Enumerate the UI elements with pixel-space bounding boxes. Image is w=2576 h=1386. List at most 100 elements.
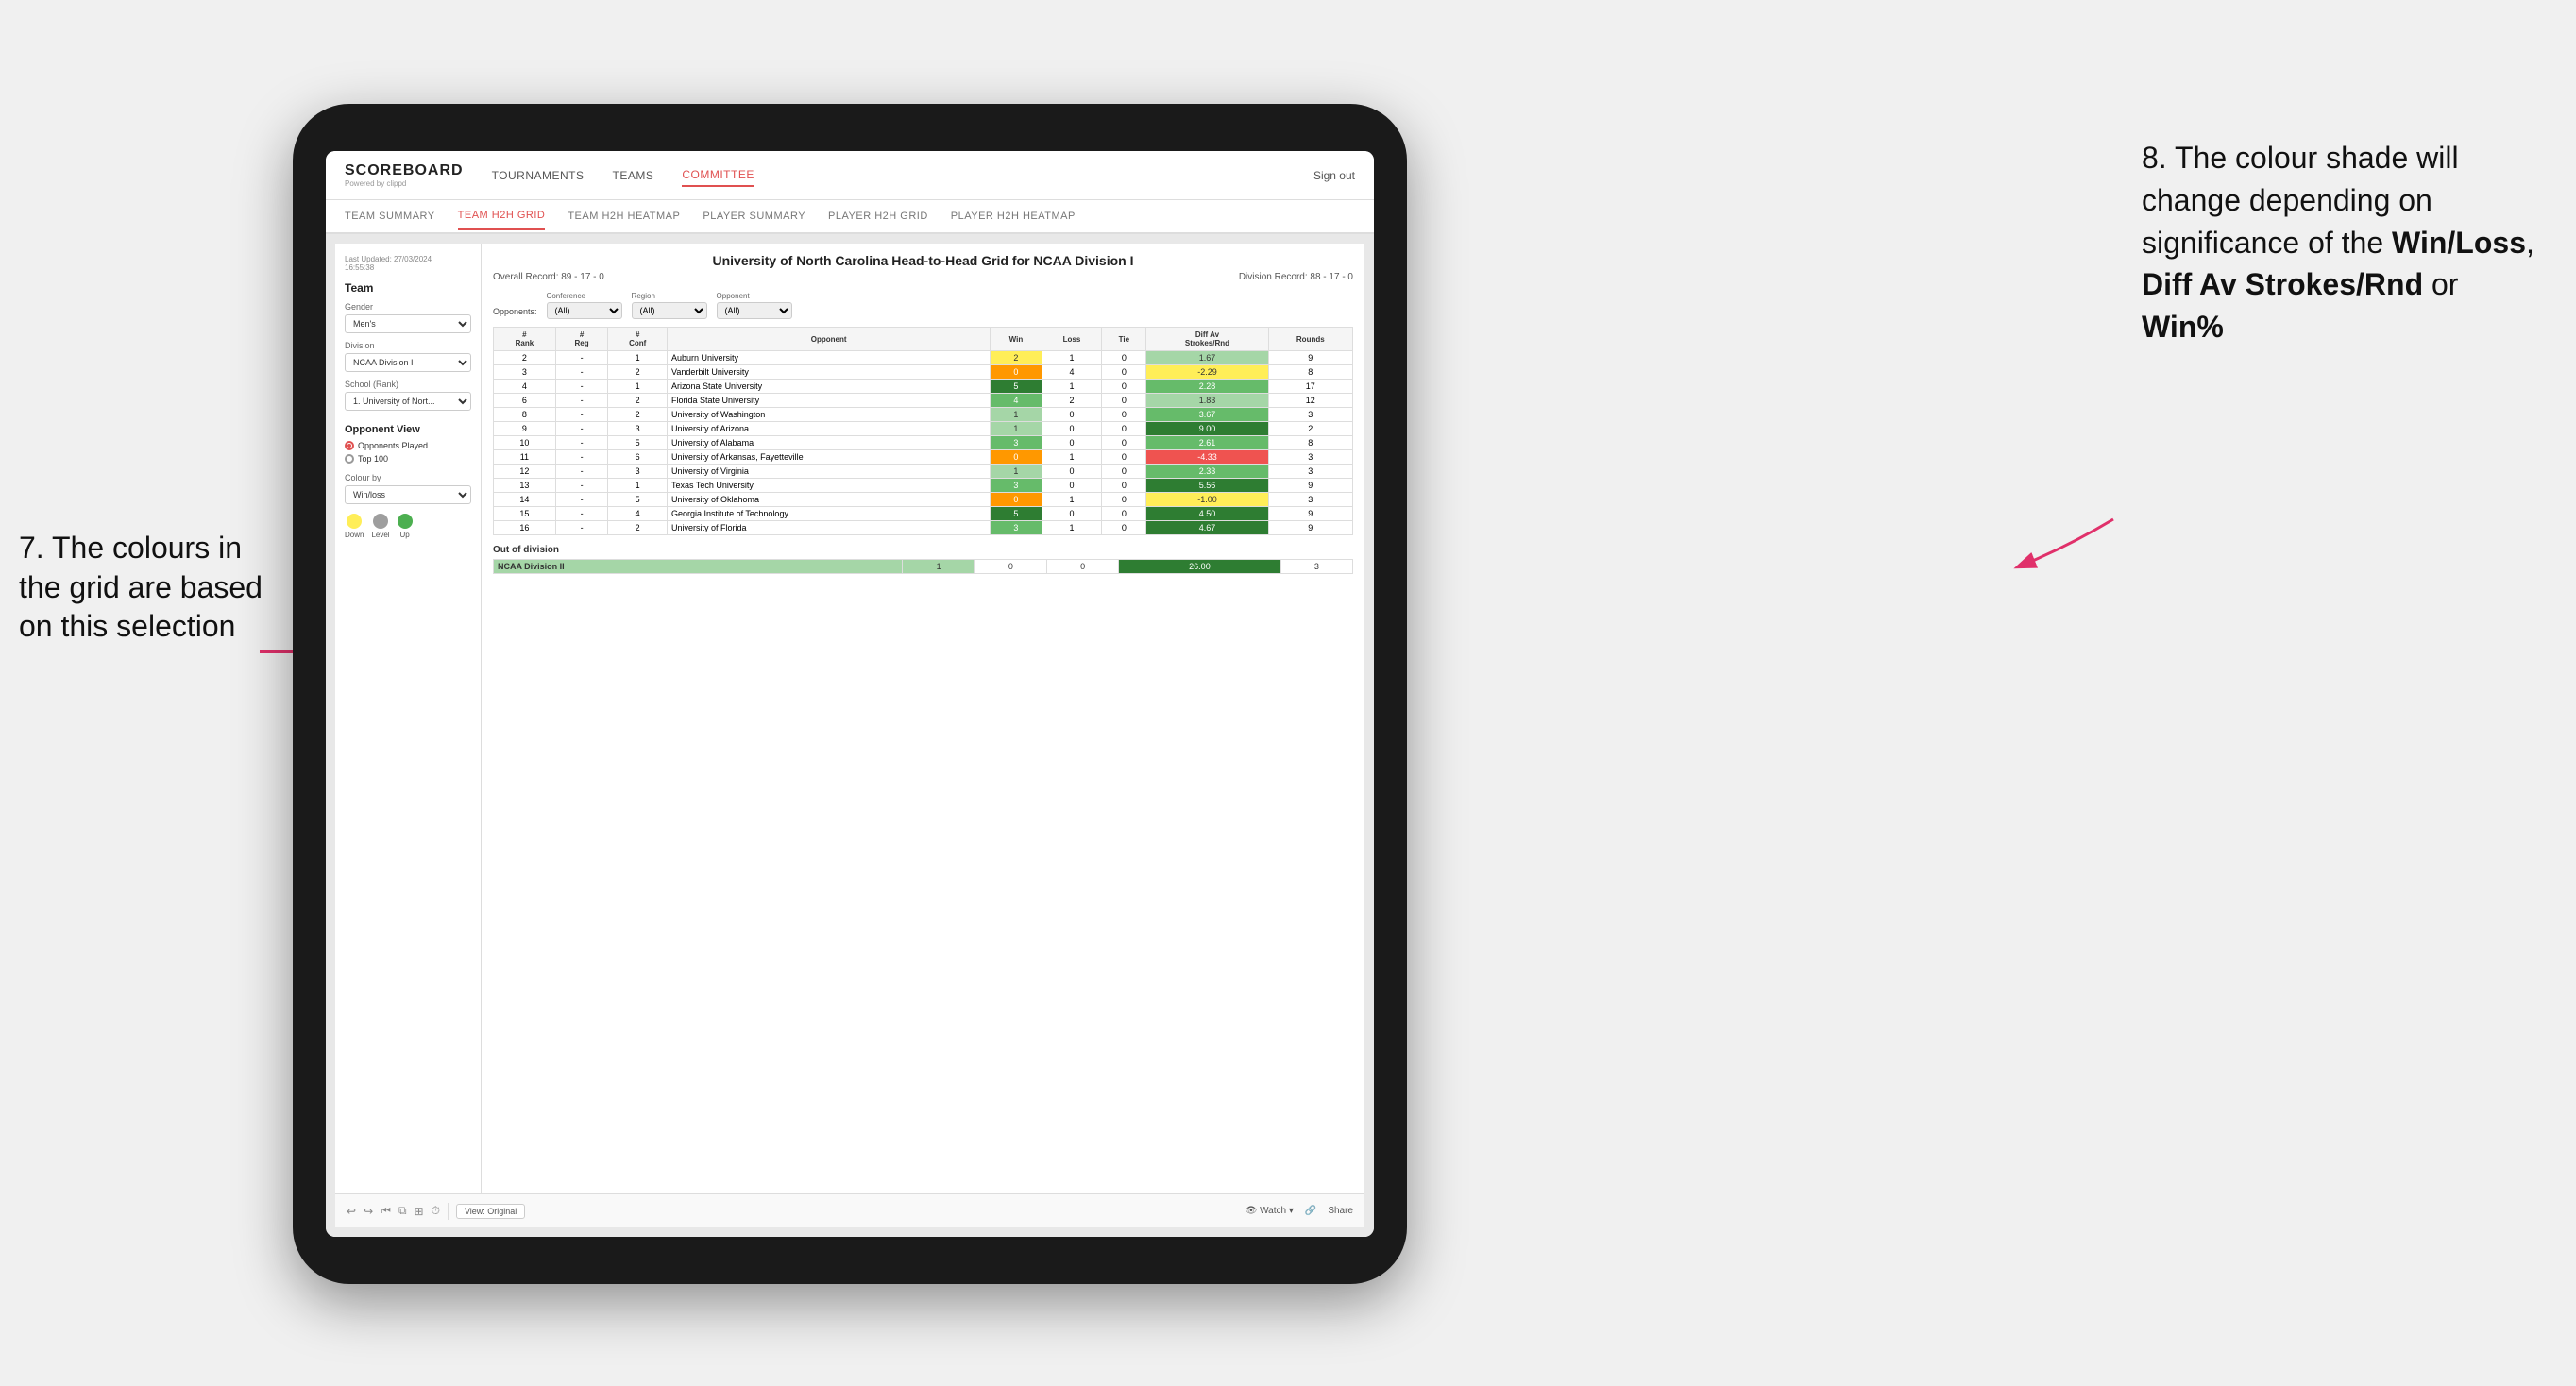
cell-tie: 0 xyxy=(1102,380,1146,394)
division-select[interactable]: NCAA Division I xyxy=(345,353,471,372)
redo-icon[interactable]: ↪ xyxy=(364,1205,373,1218)
cell-win: 0 xyxy=(991,493,1042,507)
cell-rank: 4 xyxy=(494,380,556,394)
cell-opponent: Texas Tech University xyxy=(668,479,991,493)
col-rounds: Rounds xyxy=(1268,328,1352,351)
cell-rounds: 2 xyxy=(1268,422,1352,436)
table-row: 2 - 1 Auburn University 2 1 0 1.67 9 xyxy=(494,351,1353,365)
left-panel: Last Updated: 27/03/2024 16:55:38 Team G… xyxy=(335,244,482,1193)
cell-tie: 0 xyxy=(1102,422,1146,436)
radio-top100[interactable]: Top 100 xyxy=(345,454,471,464)
cell-rounds: 9 xyxy=(1268,521,1352,535)
ood-loss: 0 xyxy=(974,560,1046,574)
legend-down-dot xyxy=(347,514,362,529)
cell-conf: 1 xyxy=(608,479,668,493)
nav-teams[interactable]: TEAMS xyxy=(613,165,654,186)
cell-win: 1 xyxy=(991,465,1042,479)
cell-reg: - xyxy=(555,450,608,465)
colour-by-select[interactable]: Win/loss xyxy=(345,485,471,504)
cell-rank: 3 xyxy=(494,365,556,380)
cell-rounds: 12 xyxy=(1268,394,1352,408)
table-header-row: #Rank #Reg #Conf Opponent Win Loss Tie D… xyxy=(494,328,1353,351)
annotation-bold3: Win% xyxy=(2142,310,2224,344)
cell-win: 3 xyxy=(991,436,1042,450)
more-icon[interactable]: ⊞ xyxy=(415,1205,424,1218)
share-icon[interactable]: 🔗 xyxy=(1305,1206,1316,1216)
undo-icon[interactable]: ↩ xyxy=(347,1205,356,1218)
cell-conf: 2 xyxy=(608,521,668,535)
nav-committee[interactable]: COMMITTEE xyxy=(682,164,754,187)
cell-loss: 0 xyxy=(1042,408,1102,422)
subnav-team-h2h-heatmap[interactable]: TEAM H2H HEATMAP xyxy=(568,203,680,229)
cell-opponent: University of Virginia xyxy=(668,465,991,479)
conference-filter-select[interactable]: (All) xyxy=(547,302,622,319)
cell-rounds: 9 xyxy=(1268,351,1352,365)
sign-out-button[interactable]: Sign out xyxy=(1313,169,1355,182)
cell-rounds: 17 xyxy=(1268,380,1352,394)
copy-icon[interactable]: ⧉ xyxy=(398,1204,407,1218)
subnav-player-h2h-grid[interactable]: PLAYER H2H GRID xyxy=(828,203,928,229)
toolbar-divider xyxy=(448,1203,449,1220)
cell-opponent: Vanderbilt University xyxy=(668,365,991,380)
logo-text: SCOREBOARD xyxy=(345,162,464,179)
subnav-team-h2h-grid[interactable]: TEAM H2H GRID xyxy=(458,202,546,230)
cell-diff: 2.33 xyxy=(1146,465,1268,479)
cell-diff: 5.56 xyxy=(1146,479,1268,493)
radio-opponents-played[interactable]: Opponents Played xyxy=(345,441,471,450)
cell-opponent: Arizona State University xyxy=(668,380,991,394)
cell-opponent: University of Washington xyxy=(668,408,991,422)
annotation-left-text: 7. The colours in the grid are based on … xyxy=(19,531,263,643)
app-header: SCOREBOARD Powered by clippd TOURNAMENTS… xyxy=(326,151,1374,200)
clock-icon[interactable]: ⏱ xyxy=(432,1204,440,1218)
col-reg: #Reg xyxy=(555,328,608,351)
region-filter-select[interactable]: (All) xyxy=(632,302,707,319)
cell-rounds: 3 xyxy=(1268,465,1352,479)
timestamp: Last Updated: 27/03/2024 16:55:38 xyxy=(345,255,471,272)
out-of-division-section: Out of division NCAA Division II 1 0 0 2… xyxy=(493,545,1353,574)
cell-diff: -4.33 xyxy=(1146,450,1268,465)
grid-area: University of North Carolina Head-to-Hea… xyxy=(482,244,1364,1193)
filter-conference: Conference (All) xyxy=(547,292,622,319)
cell-rank: 2 xyxy=(494,351,556,365)
radio-top100-dot xyxy=(345,454,354,464)
subnav-player-h2h-heatmap[interactable]: PLAYER H2H HEATMAP xyxy=(951,203,1076,229)
ood-rounds: 3 xyxy=(1280,560,1352,574)
share-button[interactable]: Share xyxy=(1328,1206,1353,1216)
cell-conf: 2 xyxy=(608,408,668,422)
cell-rounds: 9 xyxy=(1268,507,1352,521)
gender-select[interactable]: Men's xyxy=(345,314,471,333)
step-back-icon[interactable]: ⏮ xyxy=(381,1204,391,1218)
cell-reg: - xyxy=(555,422,608,436)
cell-reg: - xyxy=(555,408,608,422)
arrow-right-indicator xyxy=(2009,510,2123,585)
cell-diff: 1.83 xyxy=(1146,394,1268,408)
ood-table: NCAA Division II 1 0 0 26.00 3 xyxy=(493,559,1353,574)
cell-reg: - xyxy=(555,493,608,507)
opponent-filter-select[interactable]: (All) xyxy=(717,302,792,319)
cell-loss: 1 xyxy=(1042,521,1102,535)
bottom-toolbar: ↩ ↪ ⏮ ⧉ ⊞ ⏱ View: Original 👁 Watch ▾ 🔗 S… xyxy=(335,1193,1364,1227)
view-original-button[interactable]: View: Original xyxy=(456,1204,525,1219)
main-content: Last Updated: 27/03/2024 16:55:38 Team G… xyxy=(326,234,1374,1237)
school-select[interactable]: 1. University of Nort... xyxy=(345,392,471,411)
cell-win: 4 xyxy=(991,394,1042,408)
cell-loss: 0 xyxy=(1042,422,1102,436)
subnav-player-summary[interactable]: PLAYER SUMMARY xyxy=(703,203,805,229)
cell-loss: 1 xyxy=(1042,380,1102,394)
cell-diff: 2.61 xyxy=(1146,436,1268,450)
cell-win: 2 xyxy=(991,351,1042,365)
annotation-bold1: Win/Loss xyxy=(2392,226,2526,260)
legend-down: Down xyxy=(345,514,364,539)
cell-win: 5 xyxy=(991,507,1042,521)
table-row: 3 - 2 Vanderbilt University 0 4 0 -2.29 … xyxy=(494,365,1353,380)
watch-button[interactable]: 👁 Watch ▾ xyxy=(1246,1206,1294,1216)
nav-tournaments[interactable]: TOURNAMENTS xyxy=(492,165,585,186)
cell-conf: 3 xyxy=(608,465,668,479)
subnav-team-summary[interactable]: TEAM SUMMARY xyxy=(345,203,435,229)
h2h-grid-table: #Rank #Reg #Conf Opponent Win Loss Tie D… xyxy=(493,327,1353,535)
team-section-title: Team xyxy=(345,281,471,295)
col-rank: #Rank xyxy=(494,328,556,351)
cell-rounds: 3 xyxy=(1268,408,1352,422)
gender-label: Gender xyxy=(345,302,471,312)
cell-rounds: 3 xyxy=(1268,450,1352,465)
